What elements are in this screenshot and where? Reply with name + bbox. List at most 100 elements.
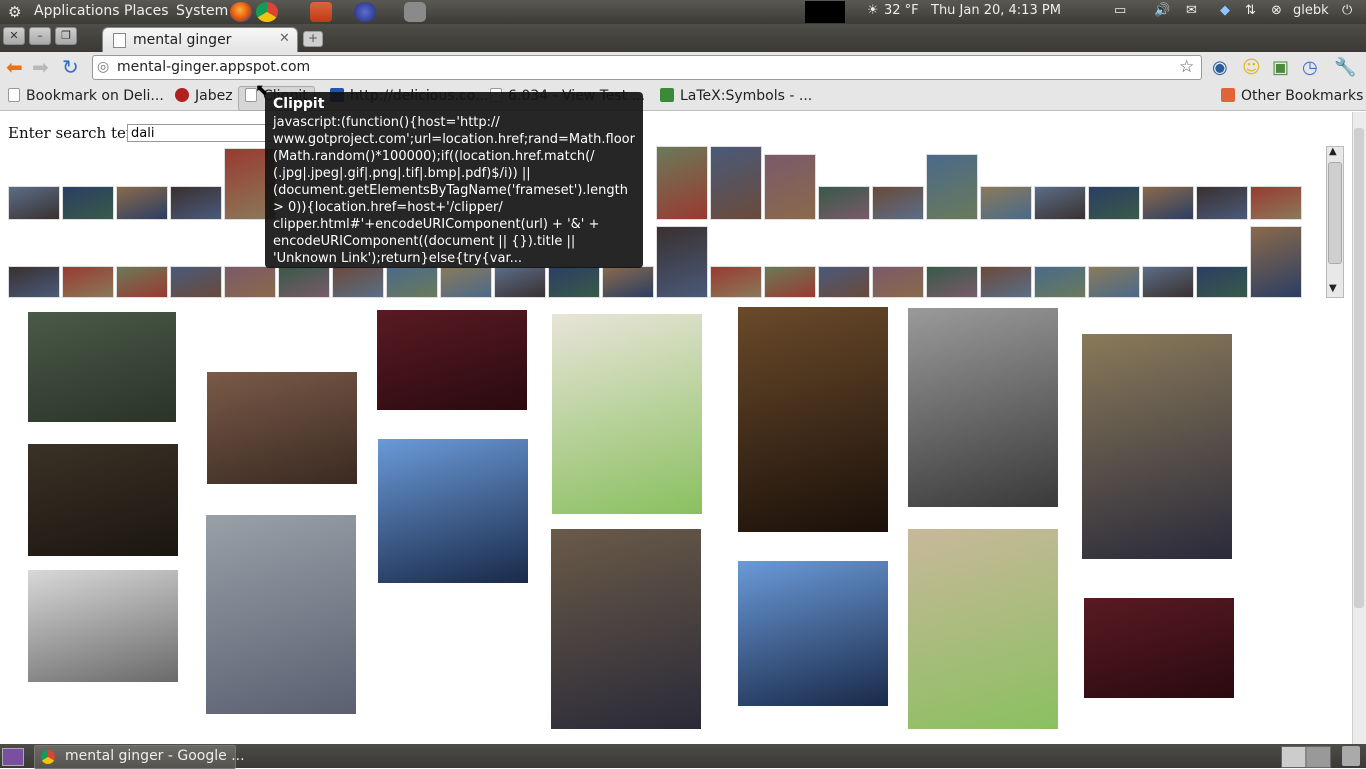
photo-image[interactable] [207, 372, 357, 484]
back-arrow-icon[interactable]: ⬅ [6, 55, 23, 79]
thumbnail-image[interactable] [1088, 186, 1140, 220]
photo-image[interactable] [28, 570, 178, 682]
thumbnail-image[interactable] [926, 154, 978, 220]
user-status-icon[interactable]: ⊗ [1271, 3, 1282, 18]
thumbnail-image[interactable] [332, 266, 384, 298]
extension-eye-icon[interactable]: ◉ [1212, 57, 1228, 78]
new-tab-button[interactable]: + [303, 31, 323, 47]
weather-temperature[interactable]: 32 °F [884, 3, 919, 18]
show-desktop-icon[interactable] [2, 748, 24, 766]
chrome-launcher-icon[interactable] [256, 2, 278, 22]
thumbnail-image[interactable] [116, 266, 168, 298]
photo-image[interactable] [378, 439, 528, 583]
thumbnail-image[interactable] [170, 186, 222, 220]
photo-image[interactable] [1082, 334, 1232, 559]
thumbnail-image[interactable] [710, 266, 762, 298]
photo-image[interactable] [377, 310, 527, 410]
scroll-down-arrow-icon[interactable]: ▼ [1329, 283, 1337, 294]
thumbnail-image[interactable] [872, 266, 924, 298]
tab-close-icon[interactable]: ✕ [279, 31, 290, 46]
thumbnail-image[interactable] [602, 266, 654, 298]
photo-image[interactable] [28, 444, 178, 556]
thumbnail-image[interactable] [1142, 266, 1194, 298]
photo-image[interactable] [738, 561, 888, 706]
username[interactable]: glebk [1293, 3, 1329, 18]
url-text[interactable]: mental-ginger.appspot.com [117, 59, 310, 75]
network-icon[interactable]: ⇅ [1245, 3, 1256, 18]
bookmark-latex-symbols[interactable]: LaTeX:Symbols - ... [660, 88, 812, 104]
photo-image[interactable] [908, 529, 1058, 729]
thumbnail-image[interactable] [1196, 186, 1248, 220]
ubuntu-logo-icon[interactable]: ⚙ [8, 3, 21, 21]
other-bookmarks-folder[interactable]: Other Bookmarks [1221, 88, 1363, 104]
thumbnail-image[interactable] [764, 266, 816, 298]
thumbnail-image[interactable] [116, 186, 168, 220]
window-maximize-button[interactable]: ❐ [55, 27, 77, 45]
thumbnail-image[interactable] [1250, 186, 1302, 220]
dropbox-icon[interactable]: ◆ [1220, 3, 1230, 18]
thumbnail-image[interactable] [1142, 186, 1194, 220]
thumbnail-image[interactable] [818, 186, 870, 220]
thumbnail-image[interactable] [818, 266, 870, 298]
thumbnail-image[interactable] [656, 146, 708, 220]
thumbnail-image[interactable] [494, 266, 546, 298]
thumbnail-image[interactable] [170, 266, 222, 298]
window-minimize-button[interactable]: – [29, 27, 51, 45]
thumbnail-image[interactable] [8, 186, 60, 220]
thumbnail-image[interactable] [62, 266, 114, 298]
applications-menu[interactable]: Applications [34, 3, 120, 19]
taskbar-window-button[interactable]: mental ginger - Google ... [34, 745, 245, 769]
photo-image[interactable] [908, 308, 1058, 507]
thumbnail-scroll-thumb[interactable] [1328, 162, 1342, 264]
thumbnail-image[interactable] [656, 226, 708, 298]
bookmark-jabez[interactable]: Jabez [175, 88, 233, 104]
thumbnail-image[interactable] [710, 146, 762, 220]
thumbnail-image[interactable] [548, 266, 600, 298]
volume-icon[interactable]: 🔊 [1154, 3, 1170, 18]
places-menu[interactable]: Places [124, 3, 169, 19]
thumbnail-image[interactable] [980, 186, 1032, 220]
home-folder-launcher-icon[interactable] [310, 2, 332, 22]
battery-icon[interactable]: ▭ [1114, 3, 1126, 18]
tab-mental-ginger[interactable]: mental ginger ✕ [102, 27, 298, 53]
photo-image[interactable] [552, 314, 702, 514]
thumbnail-image[interactable] [980, 266, 1032, 298]
photo-image[interactable] [551, 529, 701, 729]
thumbnail-image[interactable] [62, 186, 114, 220]
address-bar[interactable]: ◎ mental-ginger.appspot.com ☆ [92, 55, 1202, 80]
window-close-button[interactable]: ✕ [3, 27, 25, 45]
photo-image[interactable] [28, 312, 176, 422]
extension-evernote-icon[interactable]: ▣ [1272, 57, 1289, 78]
thumbnail-image[interactable] [278, 266, 330, 298]
eclipse-launcher-icon[interactable] [354, 2, 376, 22]
wrench-menu-icon[interactable]: 🔧 [1334, 57, 1356, 78]
extension-smiley-icon[interactable]: ☺ [1242, 57, 1261, 78]
trash-icon[interactable] [1342, 746, 1360, 766]
thumbnail-image[interactable] [8, 266, 60, 298]
system-menu[interactable]: System [176, 3, 228, 19]
reload-icon[interactable]: ↻ [62, 55, 79, 79]
thumbnail-image[interactable] [764, 154, 816, 220]
bookmark-star-icon[interactable]: ☆ [1179, 57, 1194, 77]
power-icon[interactable]: ⏻ [1342, 3, 1352, 18]
firefox-launcher-icon[interactable] [230, 2, 252, 22]
photo-image[interactable] [206, 515, 356, 714]
extension-clock-icon[interactable]: ◷ [1302, 57, 1318, 78]
forward-arrow-icon[interactable]: ➡ [32, 55, 49, 79]
workspace-switcher[interactable] [1281, 746, 1331, 768]
sound-recorder-launcher-icon[interactable] [404, 2, 426, 22]
scroll-up-arrow-icon[interactable]: ▲ [1329, 146, 1337, 157]
photo-image[interactable] [1084, 598, 1234, 698]
photo-image[interactable] [738, 307, 888, 532]
thumbnail-image[interactable] [224, 266, 276, 298]
thumbnail-image[interactable] [872, 186, 924, 220]
thumbnail-image[interactable] [1034, 266, 1086, 298]
bookmark-delicious[interactable]: Bookmark on Deli... [8, 88, 164, 104]
thumbnail-image[interactable] [1088, 266, 1140, 298]
weather-icon[interactable]: ☀ [867, 3, 879, 18]
thumbnail-image[interactable] [440, 266, 492, 298]
thumbnail-image[interactable] [1196, 266, 1248, 298]
thumbnail-image[interactable] [1250, 226, 1302, 298]
thumbnail-image[interactable] [386, 266, 438, 298]
clock[interactable]: Thu Jan 20, 4:13 PM [931, 3, 1061, 18]
